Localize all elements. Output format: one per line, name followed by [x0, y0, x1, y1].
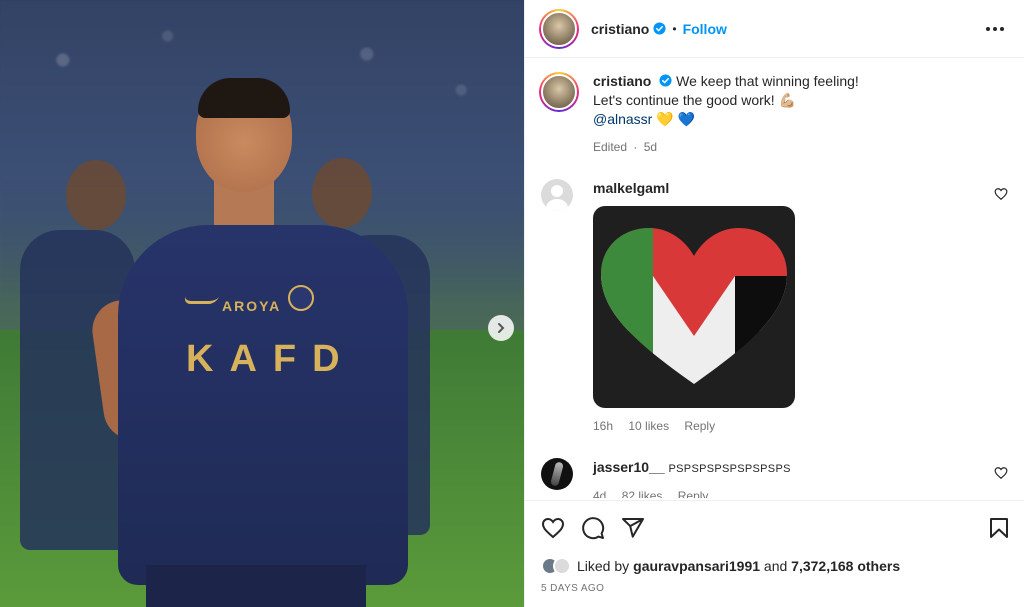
mention-link[interactable]: @alnassr [593, 111, 652, 127]
caption-emojis: 💛 💙 [656, 111, 695, 127]
comment-text: PSPSPSPSPSPSPSPS [668, 463, 791, 475]
comment-sticker-image [593, 206, 795, 408]
reply-button[interactable]: Reply [678, 489, 709, 498]
caption-meta: Edited · 5d [593, 140, 658, 154]
verified-badge-icon [653, 22, 666, 35]
comment-likes[interactable]: 10 likes [628, 419, 669, 433]
comments-list[interactable]: cristiano We keep that winning feeling! … [525, 58, 1024, 498]
send-icon[interactable] [621, 516, 645, 540]
comment-time: 4d [593, 489, 607, 498]
likes-summary: Liked by gauravpansari1991 and 7,372,168… [541, 557, 1011, 575]
comment-meta: 16h 10 likes Reply [593, 417, 795, 436]
caption-line2: Let's continue the good work! 💪🏼 [593, 92, 796, 108]
player-hair [198, 78, 290, 118]
comment-time: 16h [593, 419, 614, 433]
post-photo[interactable]: AROYA KAFD [0, 0, 524, 607]
post-timestamp: 5 DAYS AGO [541, 583, 605, 594]
heart-flag-sticker [601, 228, 787, 384]
player-jersey [118, 225, 408, 585]
post-actions: Liked by gauravpansari1991 and 7,372,168… [525, 500, 1024, 594]
separator-dot: • [672, 21, 677, 36]
caption: cristiano We keep that winning feeling! … [539, 72, 1010, 157]
follow-button[interactable]: Follow [683, 21, 727, 37]
comment-item: jasser10__ PSPSPSPSPSPSPSPS 4d 82 likes … [539, 458, 1010, 498]
liker-username[interactable]: gauravpansari1991 [633, 558, 760, 574]
comment-meta: 4d 82 likes Reply [593, 487, 791, 498]
commenter-avatar[interactable] [541, 458, 573, 490]
caption-avatar[interactable] [539, 72, 579, 112]
jersey-sponsor-top: AROYA [222, 298, 282, 314]
bookmark-icon[interactable] [987, 516, 1011, 540]
likes-count-link[interactable]: 7,372,168 others [791, 558, 900, 574]
caption-line1: We keep that winning feeling! [676, 73, 859, 89]
comment-icon[interactable] [581, 516, 605, 540]
caption-age: 5d [643, 140, 658, 154]
comment-likes[interactable]: 82 likes [622, 489, 663, 498]
post-side-panel: cristiano • Follow cristiano We keep tha… [524, 0, 1024, 607]
next-image-button[interactable] [488, 315, 514, 341]
heart-icon[interactable] [994, 466, 1008, 480]
more-options-button[interactable] [980, 21, 1010, 37]
verified-badge-icon [659, 74, 672, 87]
action-bar [541, 513, 1011, 543]
reply-button[interactable]: Reply [684, 419, 715, 433]
edited-label: Edited [593, 140, 628, 154]
instagram-post-view: AROYA KAFD cristiano • Follow cristiano … [0, 0, 1024, 607]
liker-avatar [553, 557, 571, 575]
author-avatar[interactable] [539, 8, 579, 49]
chevron-right-icon [498, 323, 505, 333]
club-crest [288, 285, 314, 311]
heart-icon[interactable] [541, 516, 565, 540]
commenter-avatar[interactable] [541, 179, 573, 211]
background-player-head [312, 158, 372, 228]
more-icon [986, 26, 990, 31]
comment-item: malkelgaml 16h 10 likes Reply [539, 179, 1010, 436]
jersey-sponsor-main: KAFD [186, 338, 356, 380]
author-username[interactable]: cristiano [591, 21, 649, 37]
post-header: cristiano • Follow [525, 0, 1024, 58]
heart-icon[interactable] [994, 187, 1008, 201]
caption-username[interactable]: cristiano [593, 73, 651, 89]
player-shorts [146, 565, 366, 607]
commenter-username[interactable]: malkelgaml [593, 180, 669, 196]
background-player-head [66, 160, 126, 230]
commenter-username[interactable]: jasser10__ [593, 459, 665, 475]
